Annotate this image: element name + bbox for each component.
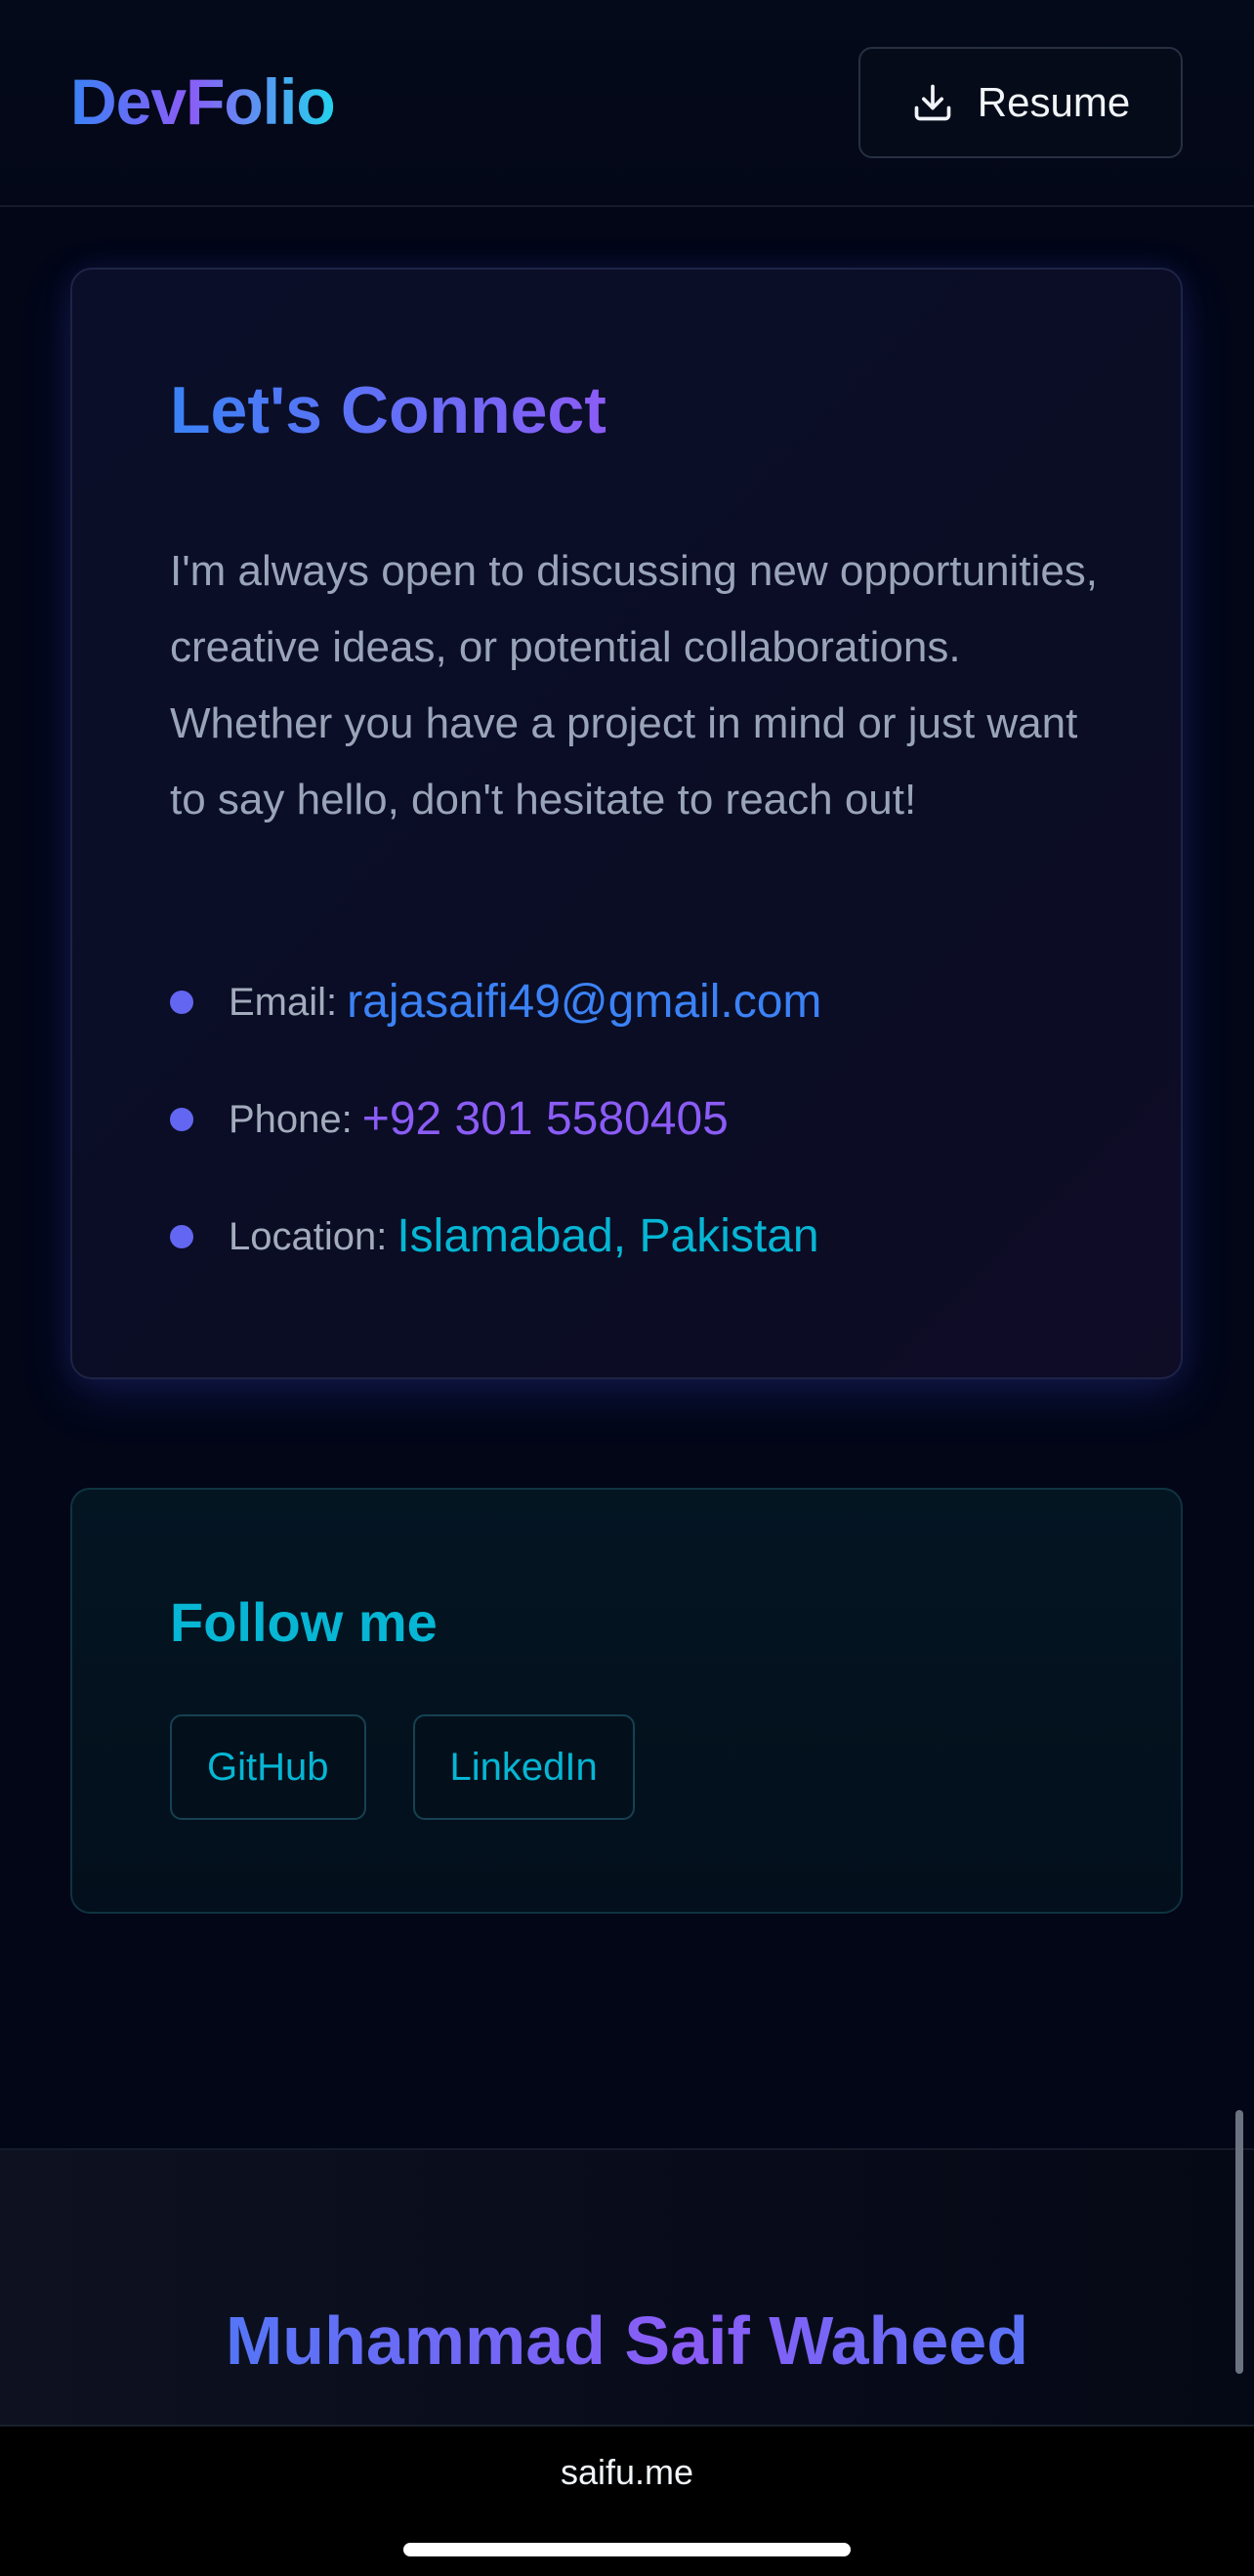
bullet-icon (170, 1108, 193, 1131)
footer-name: Muhammad Saif Waheed (0, 2298, 1254, 2384)
contact-label: Email: (229, 981, 338, 1024)
scrollbar[interactable] (1235, 2110, 1243, 2374)
contact-email: Email: rajasaifi49@gmail.com (170, 973, 1147, 1090)
contact-location: Location: Islamabad, Pakistan (170, 1207, 1147, 1325)
contact-label: Phone: (229, 1098, 353, 1141)
github-button[interactable]: GitHub (170, 1714, 366, 1820)
email-link[interactable]: rajasaifi49@gmail.com (347, 973, 821, 1032)
follow-card: Follow me GitHub LinkedIn (70, 1488, 1183, 1914)
logo[interactable]: DevFolio (70, 61, 336, 143)
contact-phone: Phone: +92 301 5580405 (170, 1090, 1147, 1207)
connect-title: Let's Connect (170, 367, 606, 453)
site-header: DevFolio Resume (0, 0, 1254, 207)
bullet-icon (170, 991, 193, 1014)
download-icon (914, 84, 951, 121)
phone-link[interactable]: +92 301 5580405 (362, 1090, 729, 1149)
contact-label: Location: (229, 1215, 388, 1258)
browser-url-bar[interactable]: saifu.me (0, 2425, 1254, 2576)
follow-title: Follow me (170, 1591, 438, 1653)
contact-list: Email: rajasaifi49@gmail.com Phone: +92 … (170, 973, 1147, 1325)
connect-card: Let's Connect I'm always open to discuss… (70, 268, 1183, 1379)
resume-button[interactable]: Resume (858, 47, 1183, 158)
connect-description: I'm always open to discussing new opport… (170, 547, 1099, 823)
home-indicator[interactable] (403, 2543, 851, 2556)
social-links: GitHub LinkedIn (170, 1714, 635, 1820)
location-value: Islamabad, Pakistan (397, 1210, 819, 1262)
linkedin-button[interactable]: LinkedIn (412, 1714, 635, 1820)
resume-label: Resume (977, 79, 1131, 125)
url-text[interactable]: saifu.me (0, 2452, 1254, 2493)
bullet-icon (170, 1225, 193, 1248)
